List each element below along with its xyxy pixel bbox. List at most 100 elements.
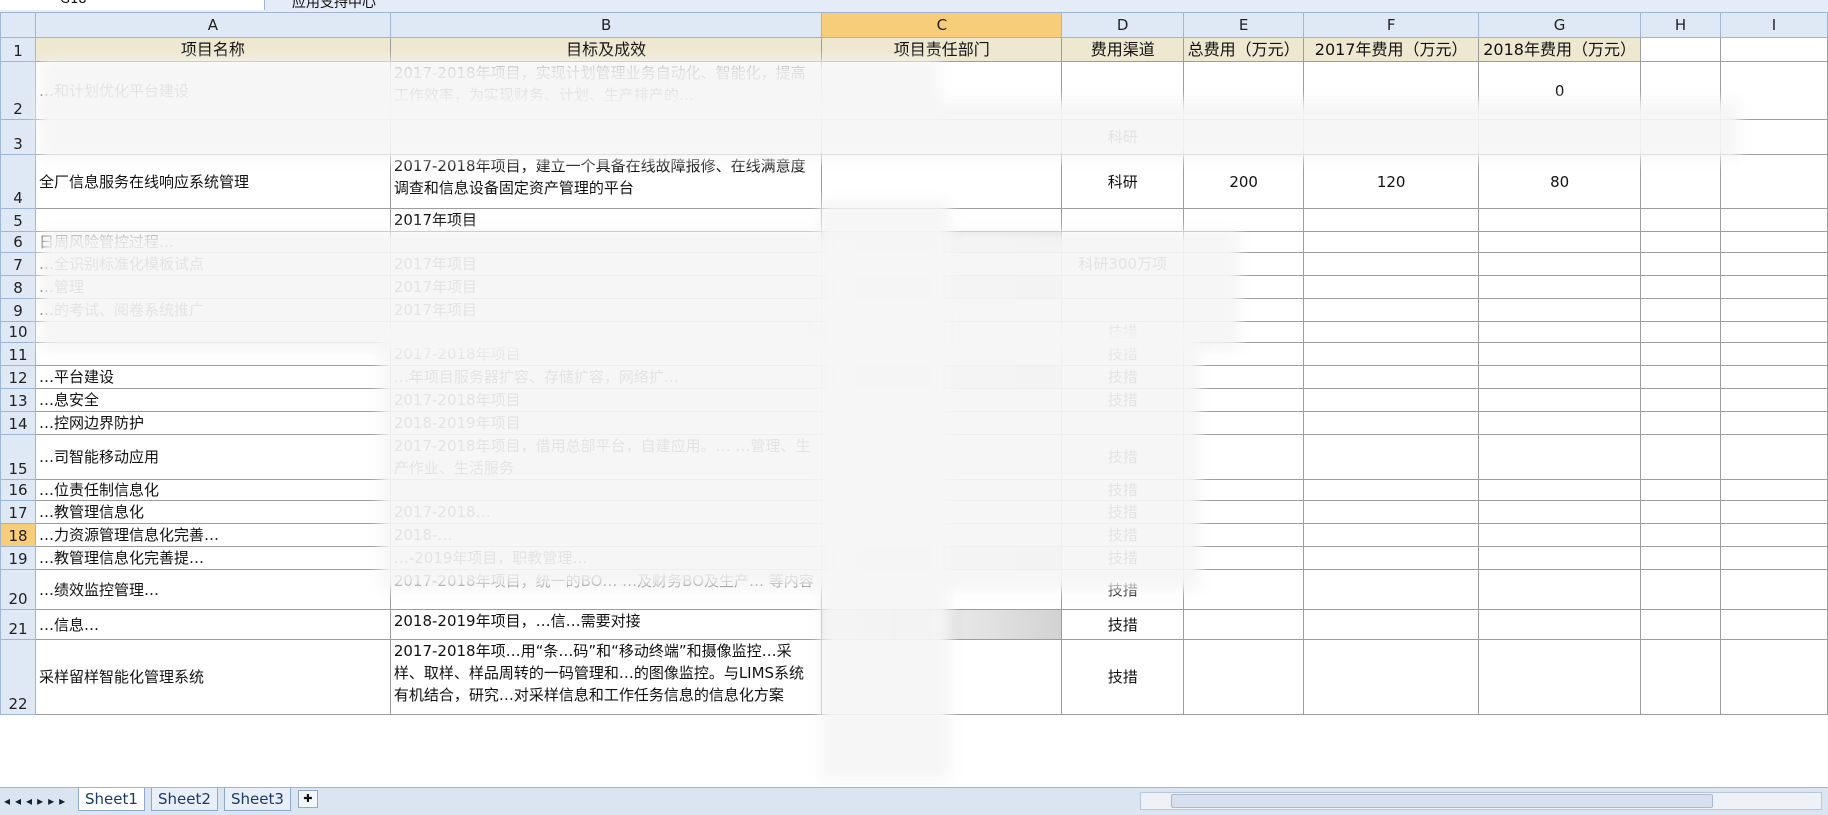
column-header-c[interactable]: C: [821, 12, 1063, 38]
cell-f[interactable]: [1303, 569, 1480, 610]
cell-c[interactable]: [821, 479, 1063, 501]
horizontal-scrollbar[interactable]: [1140, 792, 1822, 810]
cell-c[interactable]: [821, 208, 1063, 232]
cell-g[interactable]: [1478, 546, 1642, 570]
cell-h[interactable]: [1640, 523, 1722, 547]
cell-b[interactable]: 2017-2018年项目: [389, 342, 823, 366]
cell-i[interactable]: [1720, 298, 1828, 322]
cell-i[interactable]: [1720, 208, 1828, 232]
cell-a[interactable]: …控网边界防护: [34, 411, 391, 435]
cell-f[interactable]: [1303, 231, 1480, 253]
cell-f[interactable]: [1303, 208, 1480, 232]
row-header[interactable]: 3: [0, 119, 36, 155]
cell-e[interactable]: 200: [1183, 154, 1305, 209]
header-cell[interactable]: 2017年费用（万元）: [1303, 37, 1480, 62]
cell-a[interactable]: [34, 208, 391, 232]
cell-i[interactable]: [1720, 500, 1828, 524]
row-header[interactable]: 13: [0, 388, 36, 412]
cell-g[interactable]: [1478, 609, 1642, 640]
cell-e[interactable]: [1183, 119, 1305, 155]
cell-c[interactable]: [821, 639, 1063, 715]
cell-c[interactable]: …中…: [821, 546, 1063, 570]
cell-c[interactable]: …室: [821, 231, 1063, 253]
cell-a[interactable]: 全厂信息服务在线响应系统管理: [34, 154, 391, 209]
cell-h[interactable]: [1640, 342, 1722, 366]
cell-h[interactable]: [1640, 61, 1722, 120]
column-header-e[interactable]: E: [1183, 12, 1305, 38]
tab-sheet2[interactable]: Sheet2: [151, 788, 218, 811]
cell-a[interactable]: 日周风险管控过程…: [34, 231, 391, 253]
cell-e[interactable]: [1183, 479, 1305, 501]
cell-c[interactable]: [821, 119, 1063, 155]
cell-b[interactable]: 2017-2018年项…用“条…码”和“移动终端”和摄像监控…采样、取样、样品周…: [389, 639, 823, 715]
cell-a[interactable]: [34, 321, 391, 343]
cell-e[interactable]: [1183, 569, 1305, 610]
cell-f[interactable]: [1303, 61, 1480, 120]
cell-a[interactable]: 采样留样智能化管理系统: [34, 639, 391, 715]
cell-b[interactable]: 2017年项目: [389, 275, 823, 299]
cell-h[interactable]: [1640, 321, 1722, 343]
cell-g[interactable]: [1478, 434, 1642, 480]
cell-d[interactable]: [1061, 275, 1185, 299]
row-header[interactable]: 1: [0, 37, 36, 62]
tab-sheet3[interactable]: Sheet3: [224, 788, 291, 811]
cell-c[interactable]: [821, 411, 1063, 435]
header-cell[interactable]: [1640, 37, 1722, 62]
cell-i[interactable]: [1720, 639, 1828, 715]
cell-e[interactable]: [1183, 546, 1305, 570]
cell-i[interactable]: [1720, 388, 1828, 412]
cell-c[interactable]: …部: [821, 275, 1063, 299]
cell-d[interactable]: 科研: [1061, 154, 1185, 209]
cell-b[interactable]: 2018-…: [389, 523, 823, 547]
cell-b[interactable]: 2018-2019年项目，…信…需要对接: [389, 609, 823, 640]
cell-g[interactable]: [1478, 119, 1642, 155]
cell-h[interactable]: [1640, 569, 1722, 610]
cell-d[interactable]: 技措: [1061, 365, 1185, 389]
cell-d[interactable]: 科研: [1061, 119, 1185, 155]
cell-g[interactable]: 80: [1478, 154, 1642, 209]
cell-f[interactable]: [1303, 119, 1480, 155]
row-header[interactable]: 20: [0, 569, 36, 610]
cell-g[interactable]: [1478, 411, 1642, 435]
cell-f[interactable]: [1303, 388, 1480, 412]
cell-b[interactable]: 2017-2018年项目，建立一个具备在线故障报修、在线满意度调查和信息设备固定…: [389, 154, 823, 209]
cell-c[interactable]: [821, 252, 1063, 276]
new-sheet-icon[interactable]: ✚: [298, 790, 318, 808]
cell-g[interactable]: [1478, 569, 1642, 610]
row-header[interactable]: 17: [0, 500, 36, 524]
cell-i[interactable]: [1720, 365, 1828, 389]
cell-f[interactable]: [1303, 434, 1480, 480]
cell-b[interactable]: [389, 231, 823, 253]
cell-d[interactable]: [1061, 411, 1185, 435]
cell-b[interactable]: 2018-2019年项目: [389, 411, 823, 435]
cell-h[interactable]: [1640, 639, 1722, 715]
cell-a[interactable]: …全识别标准化模板试点: [34, 252, 391, 276]
header-cell[interactable]: 项目责任部门: [821, 37, 1063, 62]
cell-h[interactable]: [1640, 119, 1722, 155]
cell-i[interactable]: [1720, 231, 1828, 253]
cell-h[interactable]: [1640, 275, 1722, 299]
cell-g[interactable]: [1478, 523, 1642, 547]
cell-f[interactable]: [1303, 546, 1480, 570]
cell-d[interactable]: 技措: [1061, 388, 1185, 412]
cell-a[interactable]: …教管理信息化: [34, 500, 391, 524]
cell-d[interactable]: [1061, 208, 1185, 232]
cell-b[interactable]: [389, 321, 823, 343]
cell-a[interactable]: …教管理信息化完善提…: [34, 546, 391, 570]
cell-b[interactable]: [389, 479, 823, 501]
cell-e[interactable]: [1183, 500, 1305, 524]
cell-f[interactable]: [1303, 365, 1480, 389]
cell-b[interactable]: 2017年项目: [389, 252, 823, 276]
cell-h[interactable]: [1640, 365, 1722, 389]
cell-f[interactable]: [1303, 342, 1480, 366]
cell-h[interactable]: [1640, 411, 1722, 435]
column-header-g[interactable]: G: [1478, 12, 1642, 38]
tab-sheet1[interactable]: Sheet1: [78, 788, 145, 811]
cell-g[interactable]: [1478, 479, 1642, 501]
row-header[interactable]: 21: [0, 609, 36, 640]
cell-c[interactable]: [821, 569, 1063, 610]
cell-i[interactable]: [1720, 546, 1828, 570]
cell-e[interactable]: [1183, 208, 1305, 232]
cell-i[interactable]: [1720, 411, 1828, 435]
row-header[interactable]: 2: [0, 61, 36, 120]
